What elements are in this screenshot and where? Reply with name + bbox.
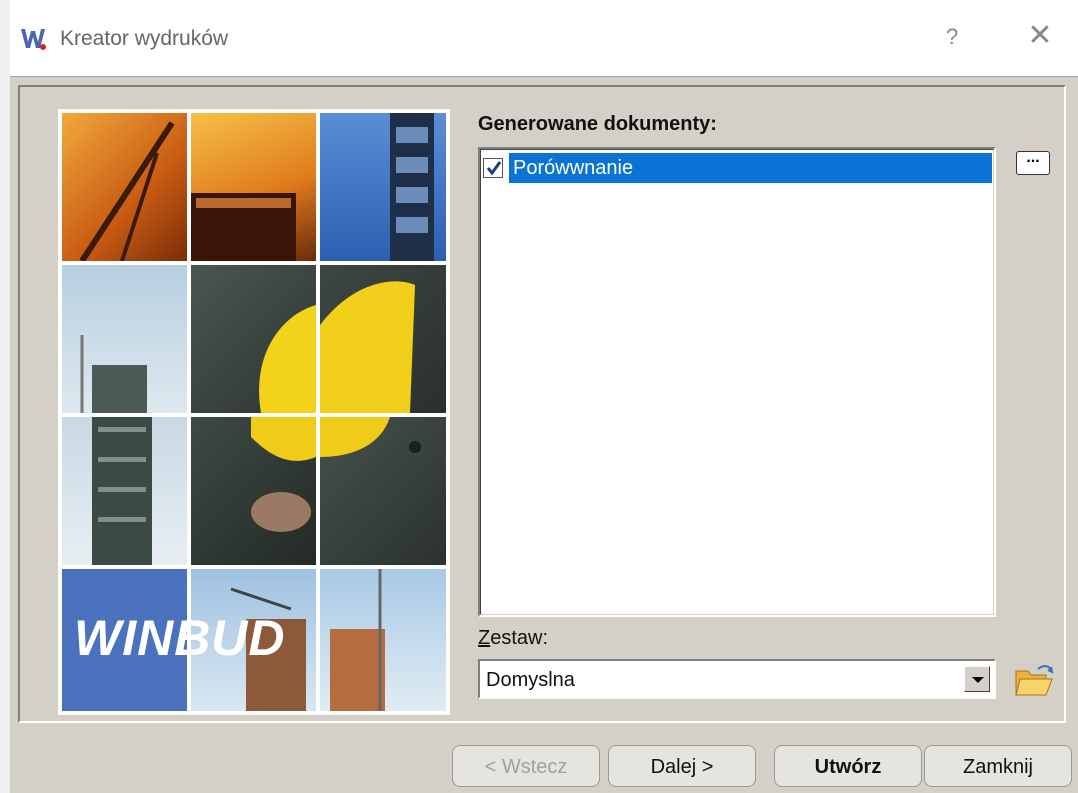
- image-tile: [62, 113, 187, 261]
- set-select[interactable]: Domyslna: [478, 659, 996, 699]
- image-tile: [62, 417, 187, 565]
- close-button[interactable]: Zamknij: [924, 745, 1072, 787]
- create-button[interactable]: Utwórz: [774, 745, 922, 787]
- set-select-value: Domyslna: [486, 669, 575, 691]
- image-tile: [62, 265, 187, 413]
- window-title: Kreator wydruków: [60, 27, 229, 50]
- image-tile: [191, 113, 316, 261]
- image-tile: [191, 265, 316, 413]
- checkmark-icon: [486, 161, 502, 176]
- help-button[interactable]: ?: [946, 24, 958, 50]
- winbud-app-icon: [21, 29, 46, 50]
- list-item[interactable]: Porówwnanie: [483, 153, 992, 183]
- image-tile: [320, 417, 446, 565]
- close-window-button[interactable]: ✕: [1020, 18, 1060, 54]
- back-button[interactable]: < Wstecz: [452, 745, 600, 787]
- image-tile: [320, 569, 446, 711]
- image-tile: [191, 417, 316, 565]
- generated-documents-list[interactable]: Porówwnanie: [478, 147, 996, 617]
- wizard-body: WINBUD Generowane dokumenty: Porówwnanie…: [10, 76, 1078, 731]
- image-tile: [320, 265, 446, 413]
- print-wizard-window: Kreator wydruków ? ✕ WINBUD Generowane d…: [10, 0, 1078, 793]
- set-label: Zestaw:: [478, 627, 549, 649]
- document-label: Porówwnanie: [509, 153, 992, 183]
- generated-documents-label: Generowane dokumenty:: [478, 113, 717, 135]
- wizard-footer: < Wstecz Dalej > Utwórz Zamknij: [10, 731, 1078, 793]
- title-bar: Kreator wydruków ? ✕: [10, 0, 1078, 76]
- next-button[interactable]: Dalej >: [608, 745, 756, 787]
- wizard-panel: WINBUD Generowane dokumenty: Porówwnanie…: [18, 85, 1066, 723]
- document-checkbox[interactable]: [483, 158, 503, 178]
- image-tile: [320, 113, 446, 261]
- chevron-down-icon[interactable]: [964, 666, 990, 692]
- open-folder-icon[interactable]: [1014, 663, 1054, 699]
- more-options-button[interactable]: ...: [1016, 150, 1050, 175]
- winbud-logo: WINBUD: [74, 610, 286, 666]
- crane-icon: [79, 121, 175, 261]
- winbud-banner-image: WINBUD: [58, 109, 450, 715]
